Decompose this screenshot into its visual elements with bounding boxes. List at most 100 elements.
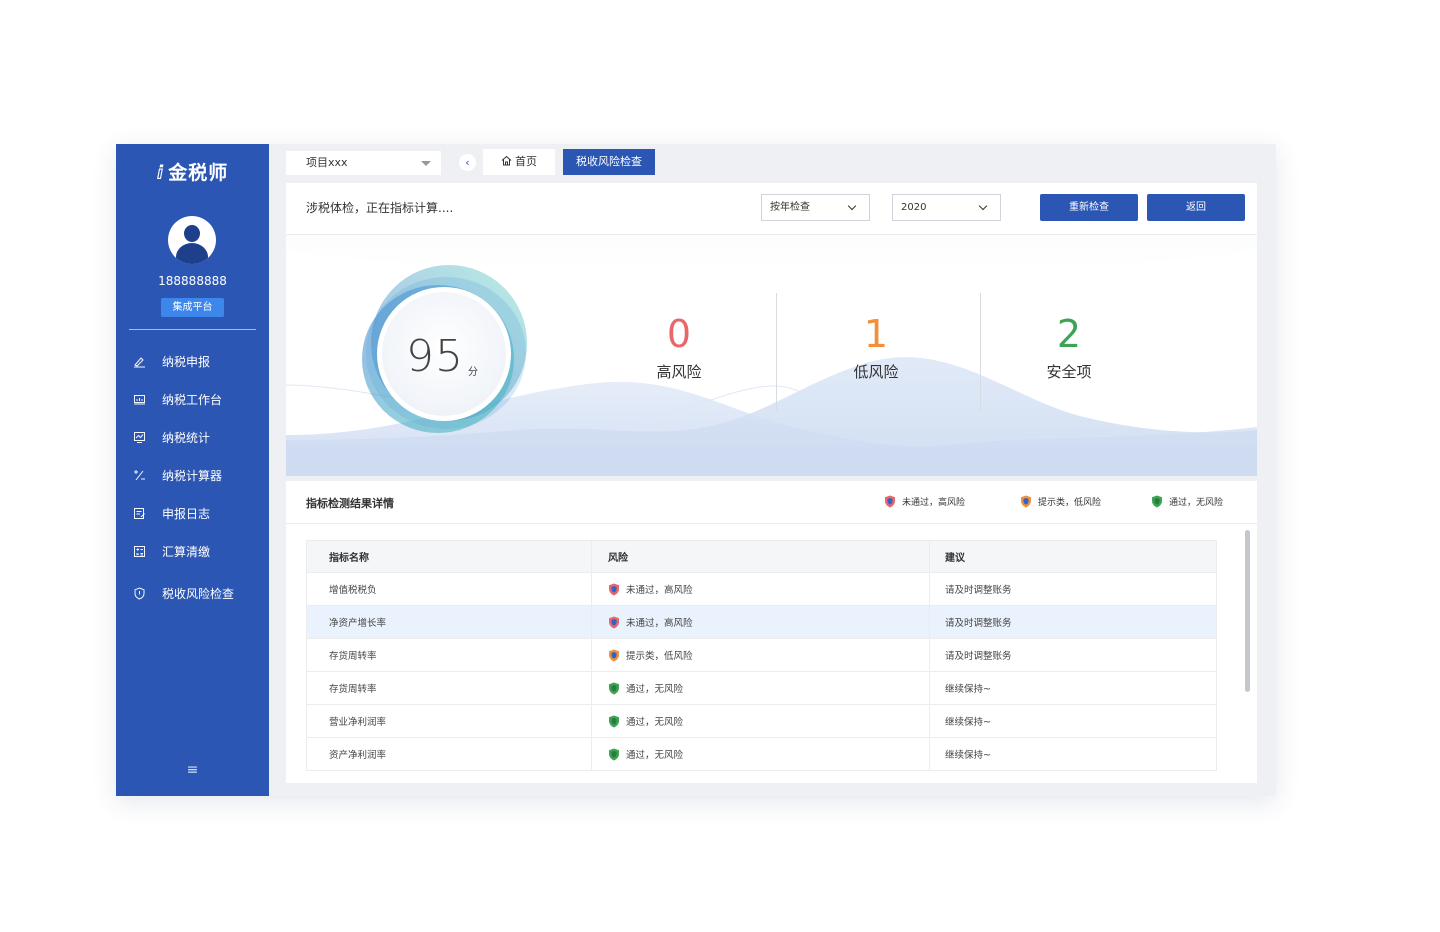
year-select[interactable]: 2020: [892, 194, 1001, 221]
column-header-name: 指标名称: [307, 541, 592, 572]
shield-safe-icon: [609, 748, 619, 760]
tab-risk-check[interactable]: 税收风险检查: [563, 149, 655, 175]
score-unit: 分: [468, 367, 478, 378]
sidebar-item-workbench[interactable]: 纳税工作台: [116, 380, 269, 418]
chevron-left-icon[interactable]: ‹: [459, 154, 476, 171]
cell-risk-label: 通过，无风险: [626, 750, 684, 761]
back-button[interactable]: 返回: [1147, 194, 1245, 221]
shield-safe-icon: [609, 715, 619, 727]
check-mode-value: 按年检查: [770, 202, 810, 213]
chevron-down-icon: [978, 201, 988, 211]
home-icon: [501, 155, 512, 166]
tab-home-label: 首页: [515, 155, 537, 168]
sidebar-divider: [129, 329, 256, 330]
sidebar-item-settlement[interactable]: 汇算清缴: [116, 532, 269, 570]
sidebar-item-log[interactable]: 申报日志: [116, 494, 269, 532]
app-window: ⅈ 金税师 188888888 集成平台 纳税申报 纳税工作台 纳税统计 纳税计…: [116, 144, 1276, 796]
cell-risk-label: 未通过，高风险: [626, 618, 693, 629]
cell-name: 存货周转率: [307, 639, 592, 671]
stat-safe-value: 2: [1056, 312, 1082, 356]
tab-home[interactable]: 首页: [483, 149, 555, 175]
shield-high-icon: [885, 495, 895, 508]
stat-high-risk-value: 0: [666, 312, 692, 356]
avatar-body: [176, 243, 208, 264]
stat-low-risk-label: 低风险: [853, 363, 899, 381]
sidebar-item-label: 汇算清缴: [162, 544, 211, 559]
recheck-button[interactable]: 重新检查: [1040, 194, 1138, 221]
avatar[interactable]: [168, 216, 216, 264]
logo-text: 金税师: [168, 162, 229, 184]
table-row[interactable]: 资产净利润率 通过，无风险 继续保持~: [307, 737, 1216, 770]
shield-low-icon: [609, 649, 619, 661]
results-table: 指标名称 风险 建议 增值税税负 未通过，高风险 请及时调整账务 净资产增长率: [306, 540, 1217, 771]
details-divider: [286, 523, 1257, 524]
settlement-icon: [132, 544, 146, 558]
edit-icon: [132, 354, 146, 368]
stat-safe: 2 安全项: [1009, 311, 1129, 382]
stat-high-risk: 0 高风险: [619, 311, 739, 382]
legend-safe-label: 通过，无风险: [1169, 498, 1224, 508]
sidebar-item-label: 税收风险检查: [162, 586, 235, 601]
cell-risk: 未通过，高风险: [592, 573, 930, 605]
project-select-value: 项目xxx: [306, 156, 348, 169]
legend-high-risk-label: 未通过，高风险: [902, 498, 966, 508]
table-row[interactable]: 净资产增长率 未通过，高风险 请及时调整账务: [307, 605, 1216, 638]
calculator-icon: [132, 468, 146, 482]
sidebar-item-label: 申报日志: [162, 506, 211, 521]
menu-toggle-icon[interactable]: ≡: [116, 762, 269, 778]
stat-divider: [776, 293, 777, 411]
sidebar-item-label: 纳税计算器: [162, 468, 223, 483]
project-select[interactable]: 项目xxx: [286, 151, 441, 175]
cell-name: 资产净利润率: [307, 738, 592, 770]
shield-high-icon: [609, 583, 619, 595]
cell-advice: 请及时调整账务: [945, 618, 1012, 629]
cell-risk: 通过，无风险: [592, 738, 930, 770]
cell-risk-label: 通过，无风险: [626, 684, 684, 695]
workbench-icon: [132, 392, 146, 406]
stat-low-risk: 1 低风险: [816, 311, 936, 382]
user-phone: 188888888: [158, 274, 227, 288]
stat-divider: [980, 293, 981, 411]
cell-advice: 请及时调整账务: [945, 651, 1012, 662]
avatar-head: [184, 225, 200, 242]
check-mode-select[interactable]: 按年检查: [761, 194, 870, 221]
table-row[interactable]: 营业净利润率 通过，无风险 继续保持~: [307, 704, 1216, 737]
cell-name: 营业净利润率: [307, 705, 592, 737]
log-icon: [132, 506, 146, 520]
legend-low-risk: 提示类，低风险: [1020, 495, 1101, 508]
cell-risk: 未通过，高风险: [592, 606, 930, 638]
sidebar-item-risk-check[interactable]: 税收风险检查: [116, 574, 269, 612]
sidebar-item-tax-declaration[interactable]: 纳税申报: [116, 342, 269, 380]
sidebar-item-label: 纳税统计: [162, 430, 211, 445]
column-header-advice: 建议: [945, 553, 965, 564]
sidebar-nav: 纳税申报 纳税工作台 纳税统计 纳税计算器 申报日志 汇算清缴 税收风险检查: [116, 342, 269, 612]
platform-badge[interactable]: 集成平台: [161, 298, 224, 317]
logo: ⅈ 金税师: [116, 158, 269, 185]
cell-name: 净资产增长率: [307, 606, 592, 638]
stat-safe-label: 安全项: [1046, 363, 1092, 381]
sidebar-item-calculator[interactable]: 纳税计算器: [116, 456, 269, 494]
sidebar-item-label: 纳税工作台: [162, 392, 223, 407]
cell-advice: 请及时调整账务: [945, 585, 1012, 596]
legend-low-risk-label: 提示类，低风险: [1038, 498, 1102, 508]
shield-low-icon: [1021, 495, 1031, 508]
caret-down-icon: [421, 161, 431, 166]
table-row[interactable]: 存货周转率 通过，无风险 继续保持~: [307, 671, 1216, 704]
stat-low-risk-value: 1: [863, 312, 889, 356]
check-summary-card: 涉税体检，正在指标计算.... 按年检查 2020 重新检查 返回 95 分 0…: [286, 183, 1257, 476]
details-title: 指标检测结果详情: [306, 497, 394, 510]
score-value: 95: [406, 331, 464, 382]
cell-advice: 继续保持~: [945, 750, 991, 761]
table-row[interactable]: 增值税税负 未通过，高风险 请及时调整账务: [307, 572, 1216, 605]
legend-high-risk: 未通过，高风险: [884, 495, 965, 508]
table-header: 指标名称 风险 建议: [307, 541, 1216, 572]
details-card: 指标检测结果详情 未通过，高风险 提示类，低风险 通过，无风险 指标名称 风险 …: [286, 481, 1257, 783]
sidebar-item-statistics[interactable]: 纳税统计: [116, 418, 269, 456]
table-row[interactable]: 存货周转率 提示类，低风险 请及时调整账务: [307, 638, 1216, 671]
scrollbar[interactable]: [1245, 530, 1250, 692]
cell-risk: 提示类，低风险: [592, 639, 930, 671]
cell-risk: 通过，无风险: [592, 705, 930, 737]
column-header-risk: 风险: [592, 541, 930, 572]
cell-risk-label: 未通过，高风险: [626, 585, 693, 596]
shield-safe-icon: [609, 682, 619, 694]
